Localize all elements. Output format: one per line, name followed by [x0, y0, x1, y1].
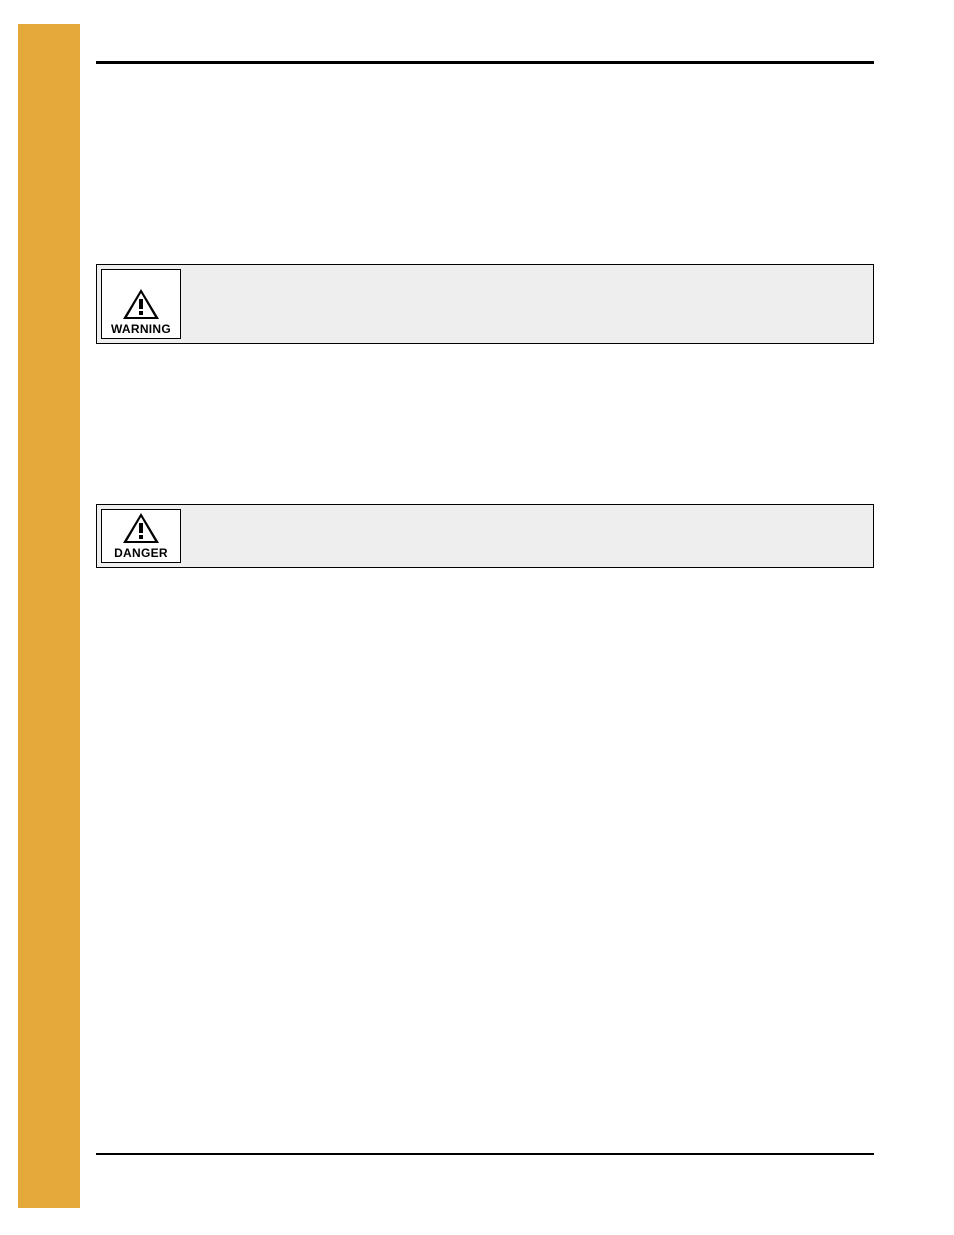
danger-icon	[121, 512, 161, 546]
warning-icon	[121, 288, 161, 322]
body: WARNING DANGER	[96, 264, 874, 568]
page-content: WARNING DANGER	[96, 24, 874, 1207]
danger-callout: DANGER	[96, 504, 874, 568]
side-bar	[18, 24, 80, 1208]
danger-body	[185, 505, 873, 567]
footer-rule	[96, 1153, 874, 1155]
warning-label-box: WARNING	[101, 269, 181, 339]
danger-label-text: DANGER	[114, 546, 168, 560]
warning-callout: WARNING	[96, 264, 874, 344]
warning-body	[185, 265, 873, 343]
warning-label-text: WARNING	[111, 322, 171, 336]
danger-label-box: DANGER	[101, 509, 181, 563]
header-rule	[96, 24, 874, 64]
